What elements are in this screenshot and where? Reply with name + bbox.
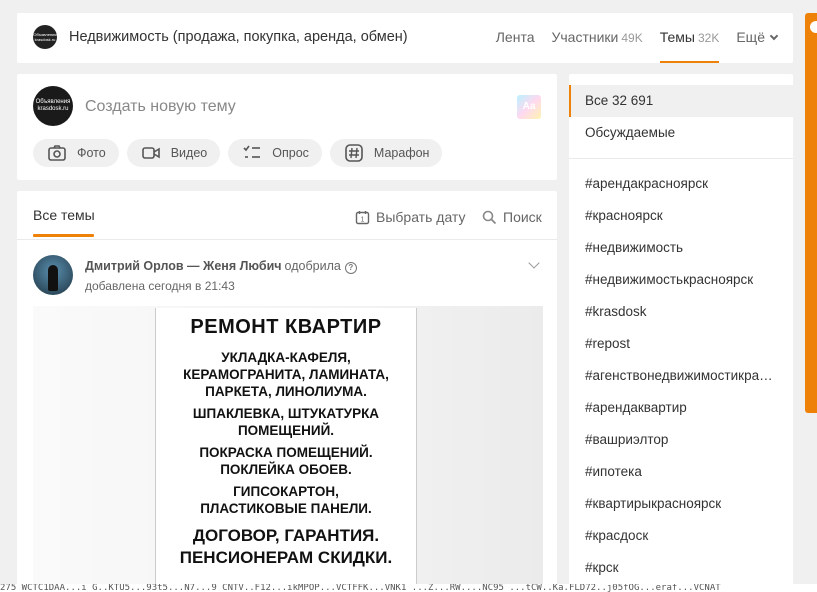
chevron-down-icon — [769, 31, 779, 41]
hashtag-link[interactable]: #krasdosk — [569, 296, 793, 328]
ad-line: ПОКРАСКА ПОМЕЩЕНИЙ. — [199, 445, 373, 460]
nav-more[interactable]: Ещё — [736, 13, 779, 63]
svg-text:1: 1 — [361, 216, 365, 223]
ad-line: ДОГОВОР, ГАРАНТИЯ. — [192, 526, 380, 545]
post-author[interactable]: Дмитрий Орлов — Женя Любич — [85, 259, 282, 273]
compose-avatar: Объявления krasdosk.ru — [33, 86, 73, 126]
poll-icon — [243, 145, 261, 158]
video-button[interactable]: Видео — [126, 139, 221, 167]
nav-topics[interactable]: Темы 32K — [659, 13, 720, 63]
search-button[interactable]: Поиск — [482, 209, 542, 225]
hashtag-link[interactable]: #repost — [569, 328, 793, 360]
side-promo-strip[interactable] — [805, 13, 817, 413]
post-author-line: Дмитрий Орлов — Женя Любич одобрила? — [85, 259, 357, 274]
hashtag-link[interactable]: #вашриэлтор — [569, 424, 793, 456]
calendar-icon: 1 — [355, 210, 370, 224]
hashtag-link[interactable]: #квартирыкрасноярск — [569, 488, 793, 520]
chevron-down-icon[interactable] — [528, 257, 540, 269]
search-label: Поиск — [503, 209, 542, 225]
tab-all-topics[interactable]: Все темы — [33, 207, 95, 237]
ad-line: УКЛАДКА-КАФЕЛЯ, — [221, 350, 351, 365]
group-logo[interactable]: Объявления krasdosk.ru — [33, 25, 57, 49]
filter-discussed[interactable]: Обсуждаемые — [569, 117, 793, 149]
filter-all[interactable]: Все 32 691 — [569, 85, 793, 117]
compose-actions: Фото Видео Опрос Марафон — [33, 139, 450, 167]
topics-feed: Все темы 1 Выбрать дату Поиск Дмитрий Ор… — [17, 191, 557, 592]
video-icon — [141, 147, 160, 159]
new-topic-input[interactable]: Создать новую тему — [85, 98, 236, 116]
sidebar-divider — [569, 158, 793, 159]
nav-members-label: Участники — [551, 29, 619, 45]
hashtag-link[interactable]: #красдоск — [569, 520, 793, 552]
post-timestamp: добавлена сегодня в 21:43 — [85, 279, 235, 293]
ad-headline: РЕМОНТ КВАРТИР — [190, 316, 382, 338]
nav-feed[interactable]: Лента — [496, 13, 535, 63]
ad-line: ГИПСОКАРТОН, — [233, 484, 339, 499]
ad-line: ПЕНСИОНЕРАМ СКИДКИ. — [179, 548, 393, 567]
ad-line: ПЛАСТИКОВЫЕ ПАНЕЛИ. — [200, 501, 372, 516]
post-image[interactable]: РЕМОНТ КВАРТИР УКЛАДКА-КАФЕЛЯ, КЕРАМОГРА… — [155, 308, 417, 592]
hashtag-link[interactable]: #недвижимостькрасноярск — [569, 264, 793, 296]
topics-sidebar: Все 32 691 Обсуждаемые #арендакрасноярск… — [569, 74, 793, 592]
nav-more-label: Ещё — [736, 29, 765, 45]
photo-button[interactable]: Фото — [33, 139, 119, 167]
ad-line: ПОКЛЕЙКА ОБОЕВ. — [220, 462, 352, 477]
nav-topics-count: 32K — [697, 31, 720, 45]
feed-toolbar: Все темы 1 Выбрать дату Поиск — [17, 191, 557, 240]
group-title[interactable]: Недвижимость (продажа, покупка, аренда, … — [69, 29, 408, 45]
poll-label: Опрос — [272, 146, 309, 160]
compose-card: Объявления krasdosk.ru Создать новую тем… — [17, 74, 557, 180]
ad-line: ПАРКЕТА, ЛИНОЛИУМА. — [205, 384, 367, 399]
hashtag-link[interactable]: #красноярск — [569, 200, 793, 232]
text-style-button[interactable]: Aa — [517, 95, 541, 119]
nav-members-count: 49K — [621, 31, 643, 45]
video-label: Видео — [170, 146, 208, 160]
hashtag-link[interactable]: #арендакрасноярск — [569, 168, 793, 200]
author-avatar[interactable] — [33, 255, 73, 295]
post-action: одобрила — [284, 259, 341, 273]
nav-topics-label: Темы — [659, 29, 695, 45]
group-header: Объявления krasdosk.ru Недвижимость (про… — [17, 13, 793, 63]
status-text-line: 275 WCTC1DAA...i G..KTU5...93t5...N7...9… — [0, 584, 817, 592]
pick-date-label: Выбрать дату — [376, 209, 466, 225]
hashtag-icon — [345, 144, 363, 162]
nav-feed-label: Лента — [495, 29, 535, 45]
hashtag-link[interactable]: #недвижимость — [569, 232, 793, 264]
ad-line: ШПАКЛЕВКА, ШТУКАТУРКА — [192, 406, 380, 421]
hashtag-link[interactable]: #агенствонедвижимостикрасноярск — [569, 360, 793, 392]
nav-members[interactable]: Участники 49K — [551, 13, 642, 63]
search-icon — [482, 210, 497, 224]
marathon-button[interactable]: Марафон — [329, 139, 443, 167]
hashtag-link[interactable]: #крск — [569, 552, 793, 584]
ad-line: КЕРАМОГРАНИТА, ЛАМИНАТА, — [183, 367, 389, 382]
marathon-label: Марафон — [373, 146, 430, 160]
hashtag-link[interactable]: #арендаквартир — [569, 392, 793, 424]
photo-label: Фото — [77, 146, 106, 160]
help-icon[interactable]: ? — [344, 262, 357, 274]
camera-icon — [48, 145, 66, 161]
hashtag-link[interactable]: #ипотека — [569, 456, 793, 488]
ad-line: ПОМЕЩЕНИЙ. — [237, 423, 335, 438]
pick-date-button[interactable]: 1 Выбрать дату — [355, 209, 466, 225]
hashtag-list: #арендакрасноярск #красноярск #недвижимо… — [569, 168, 793, 584]
group-nav: Лента Участники 49K Темы 32K Ещё — [479, 13, 779, 63]
poll-button[interactable]: Опрос — [228, 139, 322, 167]
